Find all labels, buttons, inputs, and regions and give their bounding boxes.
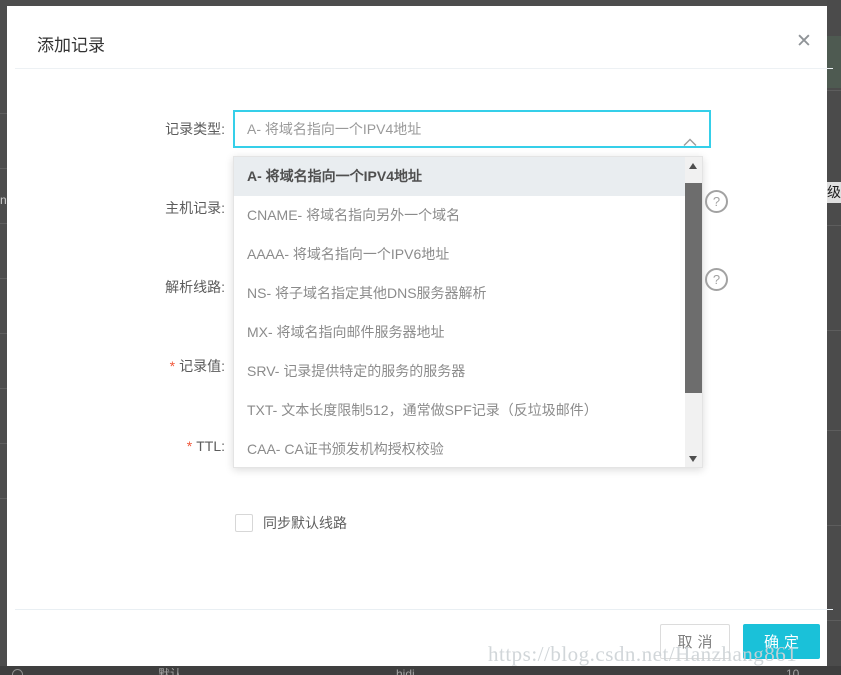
dropdown-option-mx[interactable]: MX- 将域名指向邮件服务器地址	[234, 313, 685, 352]
resolve-line-label: 解析线路:	[35, 277, 225, 297]
add-record-dialog: 添加记录 ✕ 记录类型: 主机记录: 解析线路: *记录值: *TTL: A- …	[7, 6, 827, 666]
triangle-up-icon	[689, 163, 697, 169]
close-icon[interactable]: ✕	[792, 30, 816, 54]
screen: n 级 默认 hidi 10 添加记录 ✕ 记录类型: 主机记录: 解析线路: …	[0, 0, 841, 675]
background-text-fragment: n	[0, 193, 7, 207]
resolve-line-help-icon[interactable]: ?	[705, 268, 728, 291]
background-text-fragment: 10	[786, 668, 799, 675]
header-divider	[15, 68, 833, 69]
dropdown-option-cname[interactable]: CNAME- 将域名指向另外一个域名	[234, 196, 685, 235]
scrollbar-thumb[interactable]	[685, 183, 702, 393]
background-text-fragment: hidi	[396, 668, 415, 675]
background-page-bottom-edge: 默认 hidi 10	[0, 666, 841, 675]
triangle-down-icon	[689, 456, 697, 462]
host-record-label: 主机记录:	[35, 198, 225, 218]
record-type-dropdown: A- 将域名指向一个IPV4地址 CNAME- 将域名指向另外一个域名 AAAA…	[233, 156, 703, 468]
sync-default-line-label: 同步默认线路	[263, 514, 347, 532]
dropdown-option-caa[interactable]: CAA- CA证书颁发机构授权校验	[234, 430, 685, 469]
background-page-left-edge: n	[0, 0, 7, 675]
record-type-selected-value: A- 将域名指向一个IPV4地址	[247, 121, 421, 137]
dropdown-option-txt[interactable]: TXT- 文本长度限制512，通常做SPF记录（反垃圾邮件）	[234, 391, 685, 430]
record-type-label: 记录类型:	[35, 119, 225, 139]
chevron-up-icon	[683, 125, 697, 159]
dropdown-option-ns[interactable]: NS- 将子域名指定其他DNS服务器解析	[234, 274, 685, 313]
host-record-help-icon[interactable]: ?	[705, 190, 728, 213]
scrollbar-down-button[interactable]	[685, 450, 702, 467]
background-circle-fragment	[12, 669, 23, 675]
dropdown-option-aaaa[interactable]: AAAA- 将域名指向一个IPV6地址	[234, 235, 685, 274]
ttl-label: *TTL:	[35, 436, 225, 456]
dialog-title: 添加记录	[37, 31, 105, 56]
required-asterisk: *	[170, 358, 175, 374]
sync-default-line-checkbox[interactable]	[235, 514, 253, 532]
record-type-select[interactable]: A- 将域名指向一个IPV4地址	[233, 110, 711, 148]
watermark-text: https://blog.csdn.net/Hanzhang861	[488, 642, 797, 667]
record-value-label: *记录值:	[35, 356, 225, 376]
footer-divider	[15, 609, 833, 610]
background-row-patch	[827, 36, 841, 88]
dropdown-option-a[interactable]: A- 将域名指向一个IPV4地址	[234, 157, 685, 196]
background-text-fragment: 级	[827, 182, 841, 203]
required-asterisk: *	[187, 438, 192, 454]
dropdown-scrollbar[interactable]	[685, 157, 702, 467]
scrollbar-up-button[interactable]	[685, 157, 702, 174]
dropdown-option-srv[interactable]: SRV- 记录提供特定的服务的服务器	[234, 352, 685, 391]
background-text-fragment: 默认	[158, 668, 182, 675]
background-page-right-edge: 级	[827, 0, 841, 675]
